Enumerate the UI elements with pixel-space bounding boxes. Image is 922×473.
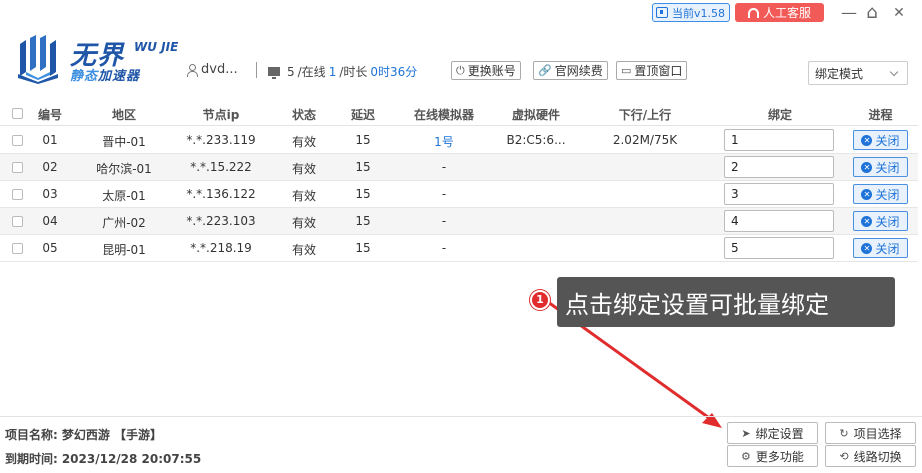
project-select-button[interactable]: ↻ 项目选择 xyxy=(825,422,916,444)
annotation-badge: 1 xyxy=(530,290,550,310)
annotation-arrow xyxy=(547,300,722,428)
line-switch-button[interactable]: ⟲ 线路切换 xyxy=(825,445,916,467)
annotation-callout: 点击绑定设置可批量绑定 xyxy=(557,277,895,327)
expire-time: 2023/12/28 20:07:55 xyxy=(61,452,202,466)
refresh-icon: ↻ xyxy=(839,426,849,440)
bind-settings-button[interactable]: ➤ 绑定设置 xyxy=(727,422,818,444)
footer-divider xyxy=(0,416,922,417)
send-icon: ➤ xyxy=(741,426,751,440)
project-name: 梦幻西游 【手游】 xyxy=(61,428,162,442)
expire-info: 到期时间: 2023/12/28 20:07:55 xyxy=(5,452,202,466)
gear-icon: ⚙ xyxy=(741,449,751,463)
project-info: 项目名称: 梦幻西游 【手游】 xyxy=(5,428,162,442)
sync-icon: ⟲ xyxy=(839,449,849,463)
more-functions-button[interactable]: ⚙ 更多功能 xyxy=(727,445,818,467)
